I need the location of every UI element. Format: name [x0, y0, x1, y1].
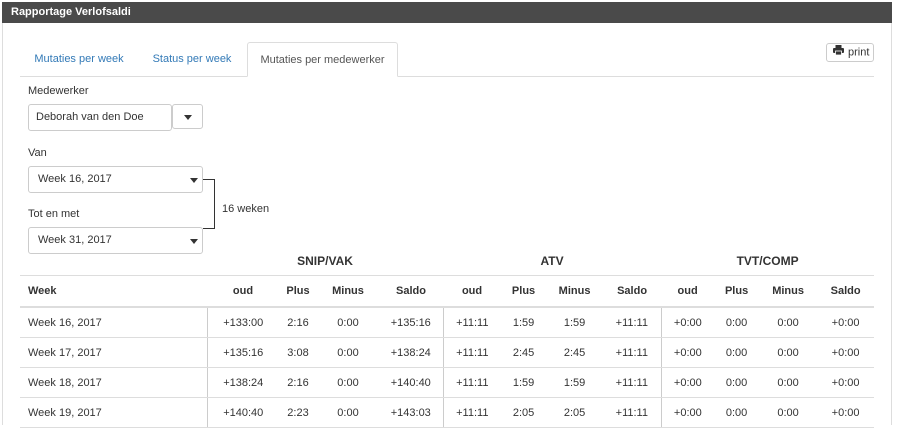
table-cell: 1:59	[501, 367, 547, 398]
leave-balance-table: SNIP/VAK ATV TVT/COMP Week oud Plus Minu…	[20, 247, 875, 428]
table-cell: +0:00	[660, 367, 715, 398]
table-cell: 0:00	[714, 307, 760, 338]
column-header: oud	[443, 275, 502, 308]
table-cell: +0:00	[817, 307, 875, 338]
from-select[interactable]: Week 16, 2017	[28, 166, 203, 193]
table-row: Week 19, 2017 +140:40 2:23 0:00 +143:03 …	[20, 397, 875, 428]
column-header: Saldo	[379, 275, 444, 308]
table-cell: 0:00	[714, 337, 760, 368]
table-cell: Week 19, 2017	[20, 397, 207, 428]
table-cell: +138:24	[379, 337, 444, 368]
table-cell: 0:00	[317, 307, 379, 338]
column-header: Plus	[279, 275, 317, 308]
to-value: Week 31, 2017	[38, 234, 112, 246]
table-cell: 2:16	[279, 307, 317, 338]
table-cell: 0:00	[759, 367, 818, 398]
table-cell: 2:05	[546, 397, 604, 428]
table-cell: +11:11	[603, 307, 662, 338]
caret-down-icon	[184, 115, 192, 120]
table-cell: +0:00	[817, 397, 875, 428]
table-row: Week 18, 2017 +138:24 2:16 0:00 +140:40 …	[20, 367, 875, 398]
table-cell: 1:59	[546, 367, 604, 398]
table-cell: +0:00	[660, 337, 715, 368]
table-cell: +140:40	[206, 397, 279, 428]
caret-down-icon	[190, 178, 198, 183]
table-cell: 2:45	[546, 337, 604, 368]
group-header: TVT/COMP	[661, 247, 875, 276]
range-label: 16 weken	[222, 203, 270, 215]
table-cell: 1:59	[546, 307, 604, 338]
table-row: Week 17, 2017 +135:16 3:08 0:00 +138:24 …	[20, 337, 875, 368]
table-cell: 0:00	[317, 337, 379, 368]
table-cell: +11:11	[442, 307, 502, 338]
table-cell: 0:00	[759, 337, 818, 368]
table-cell: 2:05	[501, 397, 547, 428]
column-header: Minus	[759, 275, 818, 308]
caret-down-icon	[190, 239, 198, 244]
group-header: SNIP/VAK	[207, 247, 444, 276]
table-cell: +11:11	[442, 337, 502, 368]
table-cell: 1:59	[501, 307, 547, 338]
table-cell: 3:08	[279, 337, 317, 368]
print-label: print	[848, 46, 870, 59]
column-header: Plus	[501, 275, 547, 308]
table-cell: +0:00	[817, 337, 875, 368]
table-cell: 0:00	[714, 367, 760, 398]
table-cell: +11:11	[603, 367, 662, 398]
table-cell: Week 16, 2017	[20, 307, 207, 338]
employee-dropdown-button[interactable]	[172, 104, 203, 129]
table-cell: +143:03	[379, 397, 444, 428]
group-header: ATV	[443, 247, 662, 276]
column-header: oud	[207, 275, 279, 308]
employee-label: Medewerker	[28, 85, 89, 97]
printer-icon	[833, 44, 844, 61]
table-cell: 0:00	[317, 367, 379, 398]
from-value: Week 16, 2017	[38, 173, 112, 185]
column-header: Minus	[317, 275, 379, 308]
employee-input[interactable]: Deborah van den Doe	[28, 104, 172, 131]
table-cell: 2:23	[279, 397, 317, 428]
table-cell: +11:11	[442, 367, 502, 398]
table-cell: 2:16	[279, 367, 317, 398]
table-cell: Week 17, 2017	[20, 337, 207, 368]
table-cell: 0:00	[317, 397, 379, 428]
table-cell: 2:45	[501, 337, 547, 368]
print-button[interactable]: print	[826, 43, 874, 62]
table-cell: +11:11	[603, 397, 662, 428]
tab-bar: Mutaties per week Status per week Mutati…	[20, 42, 874, 77]
table-cell: 0:00	[714, 397, 760, 428]
tab-status-per-week[interactable]: Status per week	[142, 42, 242, 76]
table-cell: +11:11	[442, 397, 502, 428]
table-cell: 0:00	[759, 307, 818, 338]
table-cell: +133:00	[206, 307, 279, 338]
table-row: Week 16, 2017 +133:00 2:16 0:00 +135:16 …	[20, 307, 875, 338]
column-header: oud	[661, 275, 715, 308]
table-cell: +0:00	[660, 397, 715, 428]
from-label: Van	[28, 147, 47, 159]
table-cell: +135:16	[379, 307, 444, 338]
table-cell: 0:00	[759, 397, 818, 428]
table-cell: +140:40	[379, 367, 444, 398]
tab-mutaties-per-week[interactable]: Mutaties per week	[20, 42, 138, 76]
table-cell: +0:00	[660, 307, 715, 338]
table-cell: +0:00	[817, 367, 875, 398]
to-label: Tot en met	[28, 208, 80, 220]
tab-mutaties-per-medewerker[interactable]: Mutaties per medewerker	[247, 42, 398, 77]
range-bracket	[203, 179, 215, 229]
window-title: Rapportage Verlofsaldi	[2, 2, 892, 23]
table-cell: Week 18, 2017	[20, 367, 207, 398]
column-header: Saldo	[603, 275, 662, 308]
table-cell: +11:11	[603, 337, 662, 368]
column-header: Week	[20, 275, 207, 308]
column-header: Minus	[546, 275, 604, 308]
column-header: Plus	[714, 275, 760, 308]
column-header: Saldo	[817, 275, 875, 308]
table-cell: +135:16	[206, 337, 279, 368]
table-cell: +138:24	[206, 367, 279, 398]
